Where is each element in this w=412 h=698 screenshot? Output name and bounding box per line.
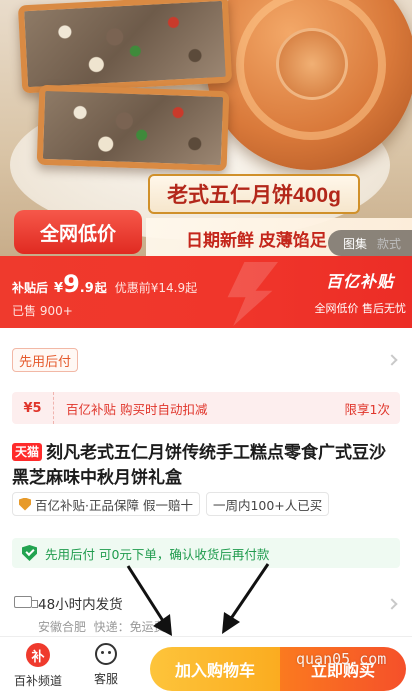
coupon-amount: ¥5 xyxy=(12,392,54,424)
price-decimal: .9 xyxy=(79,281,94,296)
truck-icon xyxy=(14,596,38,608)
subsidy-channel-label: 百补频道 xyxy=(13,674,62,688)
tmall-badge: 天猫 xyxy=(12,443,43,461)
brand-slogan: 全网低价 售后无忧 xyxy=(314,302,407,315)
product-image-carousel[interactable]: 老式五仁月饼400g 日期新鲜 皮薄馅足 全网低价 图集 款式 xyxy=(0,0,412,256)
shipping-time: 48小时内发货 xyxy=(38,597,123,613)
subsidy-brand-logo: 百亿补贴 xyxy=(325,274,394,291)
price-line: 补贴后 ¥ 9 .9 起 优惠前¥14.9起 xyxy=(12,272,197,296)
ship-fee: 快递：免运费 xyxy=(93,620,166,634)
shipping-detail: 安徽合肥 快递：免运费 xyxy=(38,618,166,635)
product-title: 天猫 刻凡老式五仁月饼传统手工糕点零食广式豆沙黑芝麻味中秋月饼礼盒 xyxy=(12,440,402,490)
pay-later-row[interactable]: 先用后付 xyxy=(0,340,412,380)
price-suffix: 起 xyxy=(94,281,107,295)
check-shield-icon xyxy=(22,545,37,561)
pay-later-tag: 先用后付 xyxy=(12,348,79,372)
shipping-row[interactable]: 48小时内发货 安徽合肥 快递：免运费 xyxy=(0,586,412,636)
add-to-cart-button[interactable]: 加入购物车 xyxy=(150,647,280,691)
pay-later-banner[interactable]: 先用后付 可0元下单，确认收货后再付款 xyxy=(12,538,400,568)
shield-icon xyxy=(19,497,31,511)
chevron-right-icon xyxy=(386,598,398,610)
original-price: 优惠前¥14.9起 xyxy=(114,281,198,295)
ship-origin: 安徽合肥 xyxy=(38,620,87,634)
subsidy-channel-button[interactable]: 补 百补频道 xyxy=(6,643,70,689)
currency-symbol: ¥ xyxy=(54,281,64,296)
sales-tag: 一周内100+人已买 xyxy=(205,492,330,516)
mooncake-slice-image xyxy=(36,84,230,172)
sales-text: 一周内100+人已买 xyxy=(212,497,323,513)
coupon-text: 百亿补贴 购买时自动扣减 xyxy=(66,401,208,417)
price-label: 补贴后 xyxy=(12,281,49,295)
lightning-icon xyxy=(227,262,278,326)
chat-face-icon xyxy=(95,643,117,665)
sold-count: 已售 900+ xyxy=(12,304,73,318)
watermark: quan05.com xyxy=(296,650,387,668)
tab-gallery[interactable]: 图集 xyxy=(338,235,372,252)
price-integer: 9 xyxy=(63,270,80,298)
chevron-right-icon xyxy=(386,354,398,366)
guarantee-row: 百亿补贴·正品保障 假一赔十 一周内100+人已买 xyxy=(12,492,330,516)
pay-later-text: 先用后付 可0元下单，确认收货后再付款 xyxy=(45,546,270,562)
customer-service-button[interactable]: 客服 xyxy=(74,643,138,687)
product-title-text: 刻凡老式五仁月饼传统手工糕点零食广式豆沙黑芝麻味中秋月饼礼盒 xyxy=(12,443,387,487)
guarantee-tag[interactable]: 百亿补贴·正品保障 假一赔十 xyxy=(12,492,200,516)
gallery-tabs: 图集 款式 xyxy=(327,230,412,256)
mooncake-slice-image xyxy=(17,0,233,94)
coupon-limit: 限享1次 xyxy=(344,401,390,417)
product-name-banner: 老式五仁月饼400g xyxy=(148,174,360,214)
tab-styles[interactable]: 款式 xyxy=(372,235,406,252)
low-price-badge: 全网低价 xyxy=(14,210,142,254)
subsidy-icon: 补 xyxy=(26,643,50,667)
customer-service-label: 客服 xyxy=(93,672,118,686)
subsidy-price-bar: 补贴后 ¥ 9 .9 起 优惠前¥14.9起 已售 900+ 百亿补贴 全网低价… xyxy=(0,256,412,328)
guarantee-text: 百亿补贴·正品保障 假一赔十 xyxy=(35,497,193,513)
coupon-strip[interactable]: ¥5 百亿补贴 购买时自动扣减 限享1次 xyxy=(12,392,400,424)
